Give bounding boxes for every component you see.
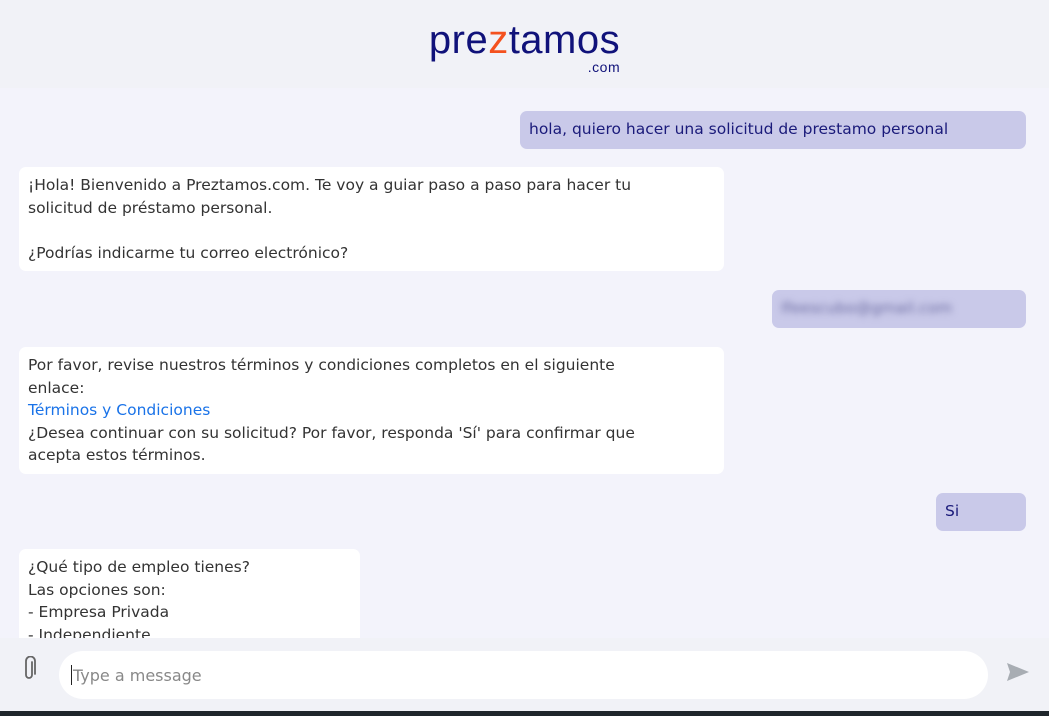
message-input[interactable]: Type a message bbox=[59, 651, 988, 699]
header: preztamos .com bbox=[0, 0, 1049, 88]
bot-message: Por favor, revise nuestros términos y co… bbox=[19, 347, 724, 474]
user-message: hola, quiero hacer una solicitud de pres… bbox=[520, 111, 1026, 149]
bottom-bar bbox=[0, 711, 1049, 716]
send-icon[interactable] bbox=[1006, 662, 1030, 686]
composer: Type a message bbox=[0, 638, 1049, 711]
chat-messages[interactable]: hola, quiero hacer una solicitud de pres… bbox=[0, 88, 1049, 638]
user-message: Si bbox=[936, 493, 1026, 531]
paperclip-icon[interactable] bbox=[20, 655, 38, 686]
user-message-email: lfeescubo@gmail.com bbox=[772, 290, 1026, 328]
logo: preztamos .com bbox=[428, 18, 621, 75]
bot-message: ¿Qué tipo de empleo tienes? Las opciones … bbox=[19, 549, 360, 638]
bot-message: ¡Hola! Bienvenido a Preztamos.com. Te vo… bbox=[19, 167, 724, 271]
terms-link[interactable]: Términos y Condiciones bbox=[28, 399, 715, 422]
